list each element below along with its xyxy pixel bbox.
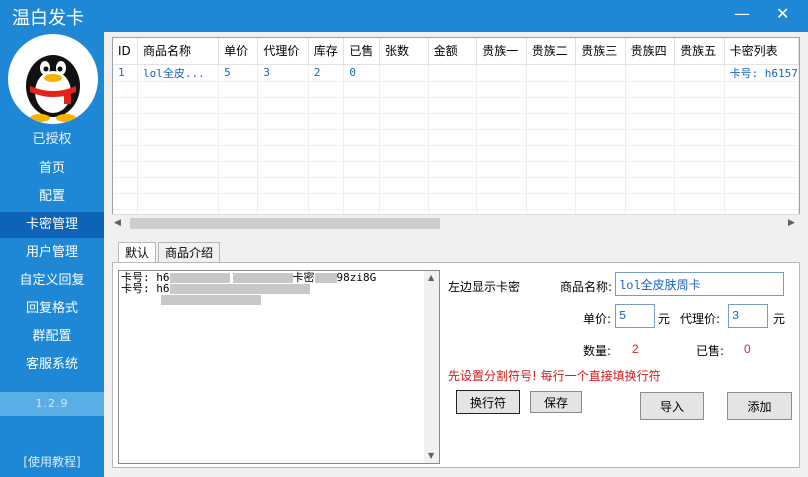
table-row-empty [113,145,799,162]
count-label: 数量: [583,344,612,358]
cell-card-list: 卡号: h6157 [724,64,799,82]
col-id[interactable]: ID [113,38,139,65]
col-noble-2[interactable]: 贵族二 [526,38,577,65]
agent-price-label: 代理价: [680,312,721,326]
price-unit: 元 [658,312,671,326]
auth-status: 已授权 [32,132,72,147]
nav-reply-format[interactable]: 回复格式 [0,296,104,322]
cell-noble-1 [476,64,527,82]
cell-agent-price: 3 [257,64,309,82]
sold-value: 0 [744,342,751,356]
count-value: 2 [632,342,639,356]
scroll-right-icon[interactable]: ▶ [788,218,795,228]
col-noble-4[interactable]: 贵族四 [625,38,676,65]
scroll-thumb[interactable] [130,218,440,229]
separator-warning: 先设置分割符号! 每行一个直接填换行符 [448,369,661,383]
table-row-empty [113,161,799,178]
close-icon[interactable]: ✕ [776,4,792,24]
cell-stock: 2 [308,64,345,82]
cell-quantity [379,64,429,82]
cell-noble-5 [674,64,725,82]
table-row-empty [113,177,799,194]
tab-product-intro[interactable]: 商品介绍 [158,242,221,262]
table-row[interactable]: 1 lol全皮... 5 3 2 0 卡号: h6157 [113,64,799,82]
col-noble-3[interactable]: 贵族三 [575,38,626,65]
table-row-empty [113,193,799,210]
redacted-blur [314,273,337,283]
col-noble-1[interactable]: 贵族一 [476,38,527,65]
col-price[interactable]: 单价 [218,38,259,65]
left-display-label: 左边显示卡密 [448,280,521,294]
horizontal-scrollbar[interactable]: ◀ ▶ [112,214,800,231]
card-table: ID 商品名称 单价 代理价 库存 已售 张数 金额 贵族一 贵族二 贵族三 贵… [112,37,800,231]
nav-config[interactable]: 配置 [0,184,104,210]
table-row-empty [113,129,799,146]
app-title: 温白发卡 [12,8,84,29]
scroll-up-icon[interactable]: ▲ [428,273,434,282]
cell-product-name: lol全皮... [137,64,220,82]
nav-card-management[interactable]: 卡密管理 [0,212,104,238]
agent-price-input[interactable] [728,304,768,328]
add-button[interactable]: 添加 [727,392,792,420]
sidebar: 温白发卡 已授权 首页 配置 卡密管理 用户管理 自定义回复 回复格式 群配置 … [0,0,104,477]
newline-button[interactable]: 换行符 [456,390,520,414]
col-sold[interactable]: 已售 [343,38,380,65]
redacted-blur [161,295,261,305]
version-label: 1.2.9 [0,392,104,416]
minimize-icon[interactable]: — [734,4,750,24]
card-textarea[interactable]: 卡号: h6 卡密 98zi8G 卡号: h6 [118,270,440,464]
cell-price: 5 [218,64,259,82]
cell-amount [428,64,478,82]
table-row-empty [113,113,799,130]
sold-label: 已售: [696,344,725,358]
save-button[interactable]: 保存 [530,391,582,413]
agent-price-unit: 元 [773,312,786,326]
table-row-empty [113,81,799,98]
nav-customer-service[interactable]: 客服系统 [0,352,104,378]
price-label: 单价: [583,312,612,326]
col-product-name[interactable]: 商品名称 [137,38,220,65]
nav-group-config[interactable]: 群配置 [0,324,104,350]
col-card-list[interactable]: 卡密列表 [724,38,799,65]
tutorial-link[interactable]: [使用教程] [0,453,104,470]
nav-user-management[interactable]: 用户管理 [0,240,104,266]
col-agent-price[interactable]: 代理价 [257,38,309,65]
cell-noble-2 [526,64,577,82]
card-line [121,294,437,305]
scroll-down-icon[interactable]: ▼ [428,451,434,460]
card-line: 卡号: h6 [121,283,437,294]
cell-noble-3 [575,64,626,82]
nav-home[interactable]: 首页 [0,156,104,182]
table-header: ID 商品名称 单价 代理价 库存 已售 张数 金额 贵族一 贵族二 贵族三 贵… [113,38,799,65]
redacted-blur [169,284,310,294]
col-amount[interactable]: 金额 [428,38,478,65]
tab-default[interactable]: 默认 [118,242,157,262]
title-bar [104,0,808,32]
cell-noble-4 [625,64,676,82]
price-input[interactable] [615,304,655,328]
avatar-qq-penguin-icon [8,34,98,124]
scroll-left-icon[interactable]: ◀ [114,218,121,228]
table-row-empty [113,97,799,114]
cell-id: 1 [113,64,139,82]
vertical-scrollbar[interactable]: ▲ ▼ [424,271,439,463]
col-quantity[interactable]: 张数 [379,38,429,65]
redacted-blur [232,273,293,283]
cell-sold: 0 [343,64,380,82]
import-button[interactable]: 导入 [640,392,704,420]
redacted-blur [169,273,230,283]
col-noble-5[interactable]: 贵族五 [674,38,725,65]
nav-custom-reply[interactable]: 自定义回复 [0,268,104,294]
product-name-input[interactable] [615,272,784,296]
product-name-label: 商品名称: [560,280,613,294]
col-stock[interactable]: 库存 [308,38,345,65]
